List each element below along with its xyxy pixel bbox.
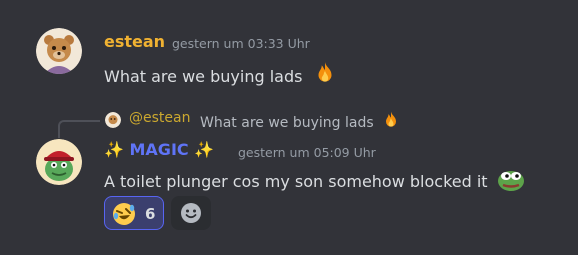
message-text-content: A toilet plunger cos my son somehow bloc…	[104, 172, 488, 191]
message-text-content: What are we buying lads	[104, 67, 303, 86]
sparkles-icon: ✨	[104, 140, 124, 159]
message-text: A toilet plunger cos my son somehow bloc…	[104, 167, 525, 195]
avatar-magic[interactable]	[36, 139, 82, 185]
sparkles-icon: ✨	[194, 140, 215, 159]
username-line[interactable]: ✨ MAGIC ✨	[104, 140, 214, 159]
username[interactable]: estean	[104, 32, 165, 51]
reaction-count: 6	[145, 205, 156, 223]
reaction-rofl[interactable]: 6	[104, 196, 164, 230]
timestamp[interactable]: gestern um 05:09 Uhr	[238, 145, 376, 160]
add-reaction-smiley-icon	[180, 202, 202, 228]
bear-avatar-icon	[36, 28, 82, 74]
message-text: What are we buying lads	[104, 60, 338, 90]
fire-emoji	[312, 60, 338, 90]
frog-cap-avatar-icon	[36, 139, 82, 185]
pepe-frog-emoji	[497, 167, 525, 195]
avatar-estean[interactable]	[36, 28, 82, 74]
timestamp[interactable]: gestern um 03:33 Uhr	[172, 36, 310, 51]
message-1: estean gestern um 03:33 Uhr What are we …	[0, 0, 578, 95]
username: MAGIC	[129, 140, 189, 159]
rofl-emoji	[112, 202, 136, 230]
message-2: ✨ MAGIC ✨ gestern um 05:09 Uhr A toilet …	[0, 95, 578, 255]
add-reaction-button[interactable]	[171, 196, 211, 230]
